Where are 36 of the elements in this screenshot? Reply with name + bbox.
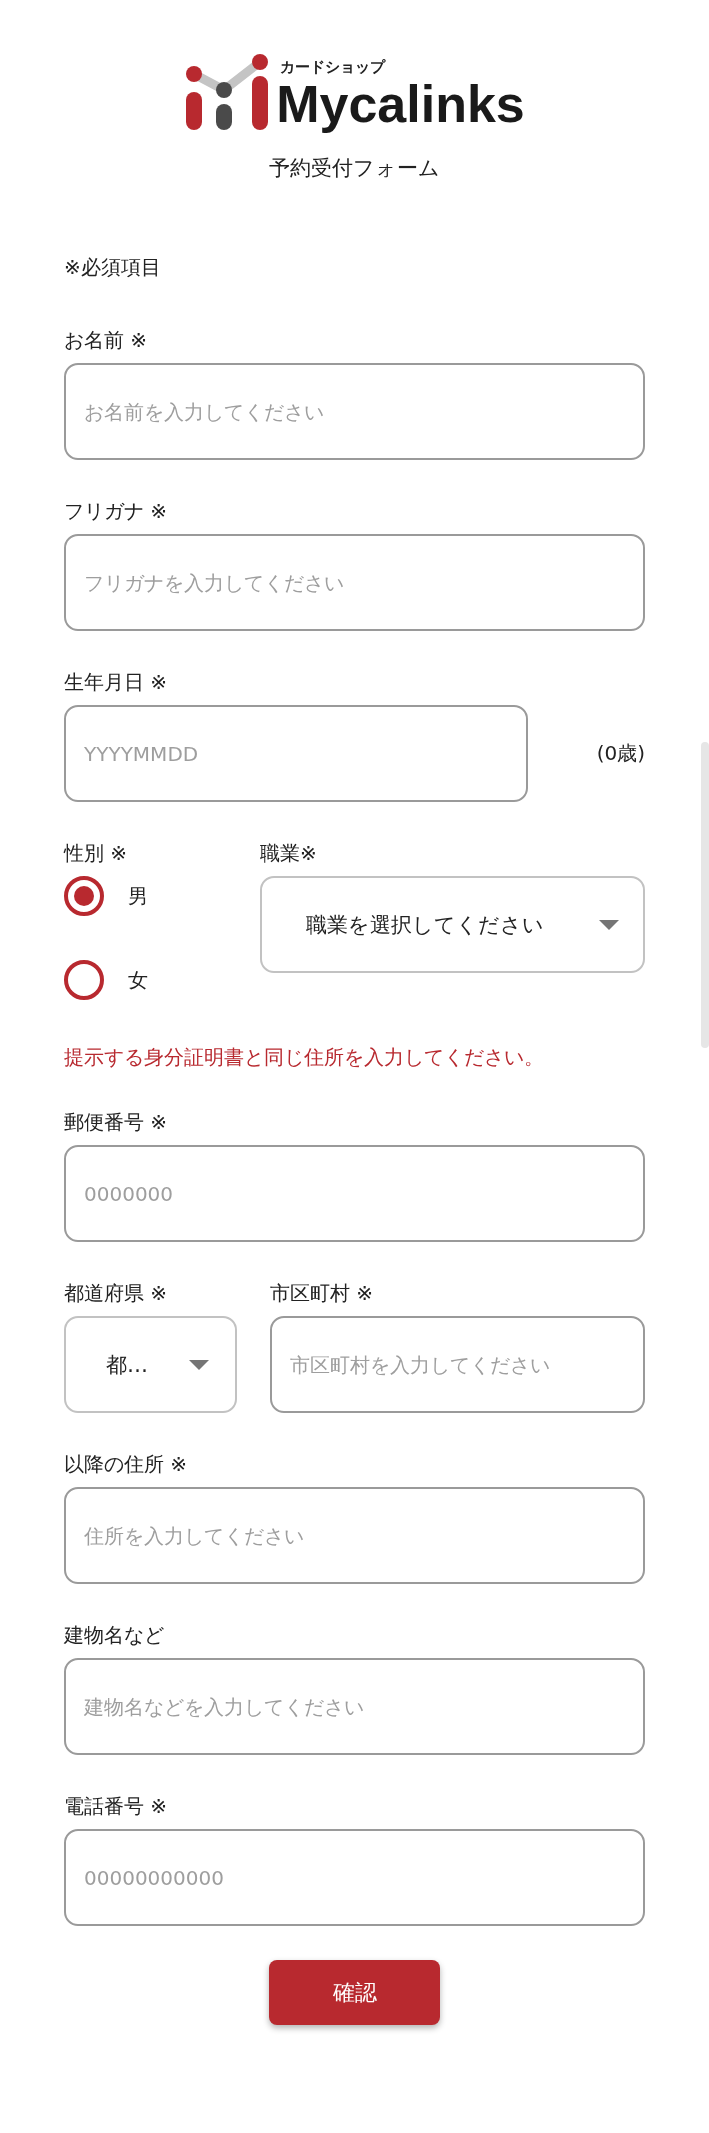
field-label: 性別 ※ <box>64 840 129 866</box>
input-field[interactable]: YYYYMMDD <box>64 705 528 802</box>
field-label: 建物名など <box>64 1622 165 1648</box>
field-label: 以降の住所 ※ <box>64 1451 189 1477</box>
input-field[interactable]: お名前を入力してください <box>64 363 645 460</box>
confirm-button[interactable]: 確認 <box>269 1960 440 2025</box>
input-field[interactable]: 00000000000 <box>64 1829 645 1926</box>
prefecture-select[interactable]: 都… <box>64 1316 237 1413</box>
required-note: ※必須項目 <box>64 254 162 281</box>
field-label: 職業※ <box>260 840 318 866</box>
age-text: (0歳) <box>596 740 645 767</box>
field-label: お名前 ※ <box>64 327 149 353</box>
logo-tagline: カードショップ <box>280 58 387 76</box>
input-field[interactable]: 住所を入力してください <box>64 1487 645 1584</box>
field-label: 市区町村 ※ <box>270 1280 375 1306</box>
logo-wordmark: Mycalinks <box>276 76 525 132</box>
radio-label: 女 <box>128 966 148 994</box>
field-label: フリガナ ※ <box>64 498 169 524</box>
field-label: 生年月日 ※ <box>64 669 169 695</box>
radio-label: 男 <box>128 882 148 910</box>
radio-button[interactable] <box>64 960 104 1000</box>
select-value: 職業を選択してください <box>306 911 544 939</box>
input-field[interactable]: 建物名などを入力してください <box>64 1658 645 1755</box>
input-field[interactable]: フリガナを入力してください <box>64 534 645 631</box>
field-label: 郵便番号 ※ <box>64 1109 169 1135</box>
field-label: 電話番号 ※ <box>64 1793 169 1819</box>
select-value: 都… <box>106 1351 148 1379</box>
occupation-select[interactable]: 職業を選択してください <box>260 876 645 973</box>
form-title: 予約受付フォーム <box>269 155 440 182</box>
caret-icon <box>189 1359 209 1370</box>
caret-icon <box>599 919 619 930</box>
field-label: 都道府県 ※ <box>64 1280 169 1306</box>
radio-button[interactable] <box>64 876 104 916</box>
input-field[interactable]: 市区町村を入力してください <box>270 1316 645 1413</box>
address-note: 提示する身分証明書と同じ住所を入力してください。 <box>64 1044 545 1071</box>
input-field[interactable]: 0000000 <box>64 1145 645 1242</box>
